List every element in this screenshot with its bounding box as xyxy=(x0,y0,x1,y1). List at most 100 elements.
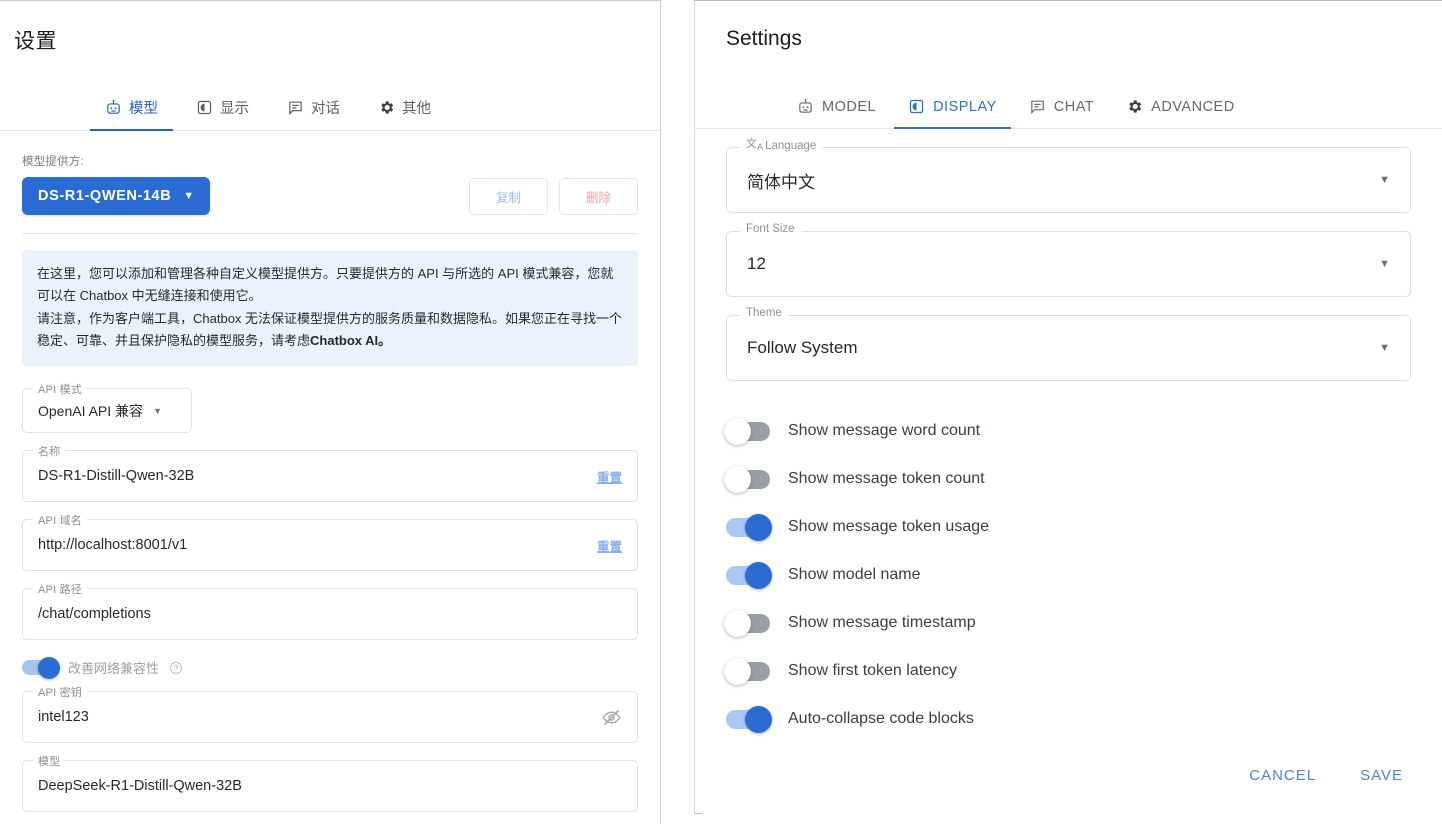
theme-legend: Theme xyxy=(740,307,788,319)
right-settings-panel: Settings MODEL DISPLAY CHAT ADVANCED 文A … xyxy=(694,0,1442,814)
right-panel-body: 文A Language 简体中文 ▼ Font Size 12 ▼ Theme xyxy=(695,138,1442,743)
toggle-row-token-usage: Show message token usage xyxy=(726,503,1411,551)
toggle-knob xyxy=(724,609,751,637)
toggle-row-timestamp: Show message timestamp xyxy=(724,599,1411,647)
network-compat-label: 改善网络兼容性 xyxy=(68,661,160,677)
api-mode-value: OpenAI API 兼容 xyxy=(38,402,144,419)
model-value: DeepSeek-R1-Distill-Qwen-32B xyxy=(38,778,242,795)
tab-label: 模型 xyxy=(129,101,158,117)
display-icon xyxy=(908,98,925,115)
tab-display-en[interactable]: DISPLAY xyxy=(892,98,1013,129)
font-size-select[interactable]: 12 ▼ xyxy=(726,231,1411,297)
provider-row: DS-R1-QWEN-14B ▼ 复制 删除 xyxy=(22,177,638,215)
divider xyxy=(22,233,638,234)
toggle-row-auto-collapse: Auto-collapse code blocks xyxy=(726,695,1411,743)
name-value: DS-R1-Distill-Qwen-32B xyxy=(38,468,195,485)
toggle-knob xyxy=(745,705,772,733)
show-message-token-usage-toggle[interactable] xyxy=(726,513,772,541)
api-host-field: API 域名 http://localhost:8001/v1 重置 xyxy=(22,512,638,572)
toggle-row-token-count: Show message token count xyxy=(724,455,1411,503)
chevron-down-icon: ▼ xyxy=(1379,342,1390,354)
chat-icon xyxy=(1029,98,1046,115)
show-message-word-count-toggle[interactable] xyxy=(724,417,770,445)
api-host-input[interactable]: http://localhost:8001/v1 重置 xyxy=(22,519,638,572)
left-settings-panel: 设置 模型 显示 对话 其他 模型提供方: DS-R1-QWEN-14B ▼ 复… xyxy=(0,0,661,824)
robot-icon xyxy=(105,99,122,116)
tab-model-zh[interactable]: 模型 xyxy=(86,97,177,131)
api-host-reset-link[interactable]: 重置 xyxy=(597,536,622,555)
toggle-knob xyxy=(745,513,772,541)
cancel-button[interactable]: CANCEL xyxy=(1241,761,1324,790)
toggle-knob xyxy=(38,656,60,679)
right-tab-bar: MODEL DISPLAY CHAT ADVANCED xyxy=(695,81,1442,129)
language-field: 文A Language 简体中文 ▼ xyxy=(726,138,1411,213)
api-key-value: intel123 xyxy=(38,709,89,726)
api-host-value: http://localhost:8001/v1 xyxy=(38,537,188,554)
help-icon[interactable] xyxy=(169,661,183,675)
tab-model-en[interactable]: MODEL xyxy=(781,98,892,128)
provider-value: DS-R1-QWEN-14B xyxy=(38,188,172,204)
name-input[interactable]: DS-R1-Distill-Qwen-32B 重置 xyxy=(22,450,638,503)
language-select[interactable]: 简体中文 ▼ xyxy=(726,147,1411,213)
right-page-title: Settings xyxy=(726,27,802,50)
tab-label: 其他 xyxy=(402,101,431,117)
toggle-label: Show message word count xyxy=(788,422,981,439)
theme-field: Theme Follow System ▼ xyxy=(726,307,1411,381)
provider-actions: 复制 删除 xyxy=(469,177,638,215)
show-message-timestamp-toggle[interactable] xyxy=(724,609,770,637)
tab-display-zh[interactable]: 显示 xyxy=(177,97,268,130)
display-icon xyxy=(196,99,213,116)
tab-chat-en[interactable]: CHAT xyxy=(1013,98,1110,128)
api-host-legend: API 域名 xyxy=(33,512,87,529)
toggle-label: Show message timestamp xyxy=(788,614,976,631)
copy-button[interactable]: 复制 xyxy=(469,177,548,215)
tab-advanced-zh[interactable]: 其他 xyxy=(359,97,450,130)
toggle-row-first-token-latency: Show first token latency xyxy=(724,647,1411,695)
tab-advanced-en[interactable]: ADVANCED xyxy=(1110,98,1251,128)
toggle-knob xyxy=(724,657,751,685)
toggle-row-word-count: Show message word count xyxy=(724,407,1411,455)
api-path-field: API 路径 /chat/completions xyxy=(22,581,638,641)
api-path-input[interactable]: /chat/completions xyxy=(22,588,638,641)
eye-off-icon[interactable] xyxy=(601,707,622,728)
toggle-row-model-name: Show model name xyxy=(726,551,1411,599)
toggle-label: Show message token usage xyxy=(788,518,990,535)
provider-select[interactable]: DS-R1-QWEN-14B ▼ xyxy=(22,177,210,215)
info-bold: Chatbox AI。 xyxy=(310,333,392,349)
gear-icon xyxy=(1126,98,1143,115)
theme-value: Follow System xyxy=(747,338,858,357)
show-message-token-count-toggle[interactable] xyxy=(724,465,770,493)
right-panel-footer: CANCEL SAVE xyxy=(1241,761,1411,790)
theme-select[interactable]: Follow System ▼ xyxy=(726,315,1411,381)
settings-screenshot: 设置 模型 显示 对话 其他 模型提供方: DS-R1-QWEN-14B ▼ 复… xyxy=(0,0,1442,824)
auto-collapse-code-blocks-toggle[interactable] xyxy=(726,705,772,733)
show-first-token-latency-toggle[interactable] xyxy=(724,657,770,685)
api-mode-field: API 模式 OpenAI API 兼容 ▼ xyxy=(22,381,638,434)
translate-icon: 文A xyxy=(746,138,764,153)
provider-label: 模型提供方: xyxy=(22,156,84,168)
language-value: 简体中文 xyxy=(747,172,815,192)
toggle-label: Show model name xyxy=(788,566,921,583)
toggle-label: Show first token latency xyxy=(788,662,957,679)
network-compat-toggle[interactable] xyxy=(22,656,60,679)
network-compat-row: 改善网络兼容性 xyxy=(22,656,638,679)
name-field: 名称 DS-R1-Distill-Qwen-32B 重置 xyxy=(22,443,638,503)
tab-chat-zh[interactable]: 对话 xyxy=(268,97,359,130)
save-button[interactable]: SAVE xyxy=(1352,761,1411,790)
api-mode-legend: API 模式 xyxy=(33,381,87,398)
font-size-field: Font Size 12 ▼ xyxy=(726,223,1411,297)
language-legend: 文A Language xyxy=(740,138,823,153)
delete-button[interactable]: 删除 xyxy=(559,177,638,215)
tab-label: 显示 xyxy=(220,101,249,117)
chevron-down-icon: ▼ xyxy=(1379,258,1390,270)
api-key-input[interactable]: intel123 xyxy=(22,691,638,744)
name-reset-link[interactable]: 重置 xyxy=(597,467,622,486)
panel-corner-mark xyxy=(695,806,702,814)
toggle-knob xyxy=(745,561,772,589)
model-input[interactable]: DeepSeek-R1-Distill-Qwen-32B xyxy=(22,760,638,813)
show-model-name-toggle[interactable] xyxy=(726,561,772,589)
left-page-title: 设置 xyxy=(14,30,57,53)
tab-label: 对话 xyxy=(311,101,340,117)
tab-label: MODEL xyxy=(822,98,877,115)
chat-icon xyxy=(287,99,304,116)
